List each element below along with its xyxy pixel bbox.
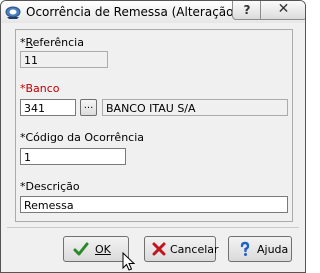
checkmark-icon xyxy=(73,242,89,256)
close-icon: ✕ xyxy=(277,1,290,17)
title-help-button[interactable]: ? xyxy=(232,1,262,20)
help-button[interactable]: Ajuda xyxy=(228,236,292,262)
title-bar[interactable]: Ocorrência de Remessa (Alteração) ? ✕ xyxy=(1,1,305,23)
x-icon xyxy=(152,242,166,256)
cancel-button-label: Cancelar xyxy=(170,243,219,256)
help-button-label: Ajuda xyxy=(257,243,289,256)
form-group: *Referência 11 *Banco 341 ... BANCO ITAU… xyxy=(15,29,293,222)
window-title: Ocorrência de Remessa (Alteração) xyxy=(26,5,239,19)
descricao-input[interactable]: Remessa xyxy=(20,196,288,213)
codigo-input[interactable]: 1 xyxy=(20,148,126,165)
descricao-label: *Descrição xyxy=(20,180,80,193)
question-icon: ? xyxy=(243,3,251,17)
ok-button[interactable]: OK xyxy=(63,236,129,262)
app-icon xyxy=(5,6,21,19)
cancel-button[interactable]: Cancelar xyxy=(144,236,219,262)
mouse-cursor-icon xyxy=(122,252,136,271)
ok-button-label: OK xyxy=(95,243,111,256)
title-close-button[interactable]: ✕ xyxy=(260,1,305,20)
banco-lookup-button[interactable]: ... xyxy=(80,99,97,116)
referencia-field: 11 xyxy=(20,51,108,68)
codigo-label: *Código da Ocorrência xyxy=(20,131,145,144)
banco-name-field: BANCO ITAU S/A xyxy=(102,99,288,116)
banco-label: *Banco xyxy=(20,82,60,95)
banco-code-input[interactable]: 341 xyxy=(20,99,76,116)
button-separator xyxy=(7,227,299,228)
dialog-window: Ocorrência de Remessa (Alteração) ? ✕ *R… xyxy=(0,0,306,273)
referencia-label: *Referência xyxy=(20,36,84,49)
help-icon xyxy=(240,241,250,256)
